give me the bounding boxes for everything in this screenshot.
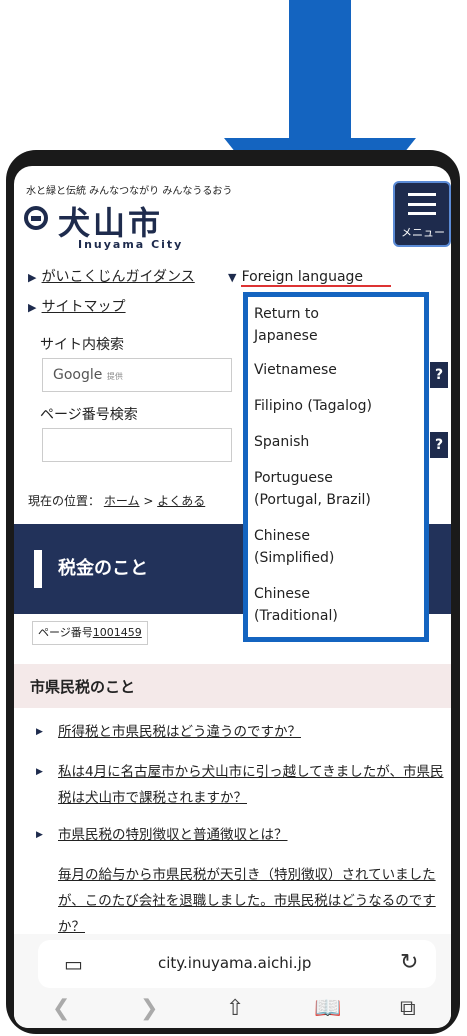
google-provided-label: 提供 xyxy=(106,372,123,381)
hamburger-icon xyxy=(408,193,436,215)
back-icon[interactable]: ❮ xyxy=(52,996,70,1021)
menu-button[interactable]: メニュー xyxy=(393,181,451,247)
faq-link[interactable]: 所得税と市県民税はどう違うのですか？ xyxy=(58,724,301,740)
breadcrumb-home-link[interactable]: ホーム xyxy=(104,494,140,508)
site-logo-subtitle: Inuyama City xyxy=(78,238,184,251)
share-icon[interactable]: ⇧ xyxy=(226,996,244,1021)
page-id-badge: ページ番号1001459 xyxy=(32,621,148,645)
faq-list-item[interactable]: ▶ 毎月の給与から市県民税が天引き（特別徴収）されていましたが、このたび会社を退… xyxy=(58,862,448,934)
url-field[interactable]: ▭ city.inuyama.aichi.jp ↻ xyxy=(38,940,436,988)
tabs-overview-icon[interactable]: ⧉ xyxy=(400,996,416,1021)
site-search-input[interactable]: Google 提供 xyxy=(42,358,232,392)
phone-screen: 水と緑と伝統 みんなつながり みんなうるおう 犬山市 Inuyama City … xyxy=(14,166,451,1028)
guidance-link[interactable]: がいこくじんガイダンス xyxy=(42,269,195,285)
nav-foreign-language[interactable]: ▼ Foreign language xyxy=(228,266,363,285)
pointer-arrow-shaft xyxy=(289,0,351,140)
page-id-prefix: ページ番号 xyxy=(38,626,93,639)
reload-icon[interactable]: ↻ xyxy=(400,950,418,975)
section-header: 市県民税のこと xyxy=(14,664,451,708)
triangle-right-icon: ▶ xyxy=(36,727,43,737)
faq-link[interactable]: 市県民税の特別徴収と普通徴収とは？ xyxy=(58,827,288,843)
city-emblem-icon xyxy=(24,206,48,230)
bookmarks-icon[interactable]: 📖 xyxy=(314,996,341,1021)
breadcrumb-separator: > xyxy=(143,494,154,508)
sitemap-link[interactable]: サイトマップ xyxy=(42,299,126,315)
faq-list-item[interactable]: ▶ 所得税と市県民税はどう違うのですか？ xyxy=(36,719,448,745)
page-id-number[interactable]: 1001459 xyxy=(93,626,142,639)
nav-sitemap[interactable]: ▶ サイトマップ xyxy=(28,296,126,316)
google-label: Google xyxy=(53,367,103,383)
forward-icon[interactable]: ❯ xyxy=(140,996,158,1021)
section-title: 市県民税のこと xyxy=(30,678,136,696)
foreign-language-underline xyxy=(241,285,391,287)
lang-option-vietnamese[interactable]: Vietnamese xyxy=(254,359,337,381)
page-number-help-button[interactable]: ? xyxy=(430,432,448,458)
page-title: 税金のこと xyxy=(58,558,148,579)
browser-toolbar: ❮ ❯ ⇧ 📖 ⧉ xyxy=(14,994,451,1028)
faq-list-item[interactable]: ▶ 市県民税の特別徴収と普通徴収とは？ xyxy=(36,822,448,848)
breadcrumb: 現在の位置： ホーム > よくある xyxy=(28,492,205,509)
lang-option-chinese-traditional[interactable]: Chinese (Traditional) xyxy=(254,583,338,627)
url-text[interactable]: city.inuyama.aichi.jp xyxy=(158,954,311,972)
site-tagline: 水と緑と伝統 みんなつながり みんなうるおう xyxy=(26,186,233,197)
lang-option-chinese-simplified[interactable]: Chinese (Simplified) xyxy=(254,525,334,569)
faq-list-item[interactable]: ▶ 私は4月に名古屋市から犬山市に引っ越してきましたが、市県民税は犬山市で課税さ… xyxy=(36,759,448,811)
triangle-right-icon: ▶ xyxy=(28,301,37,314)
google-search-branding: Google 提供 xyxy=(53,367,123,383)
browser-address-bar: ▭ city.inuyama.aichi.jp ↻ xyxy=(14,934,451,994)
page-number-search-label: ページ番号検索 xyxy=(40,407,138,423)
breadcrumb-faq-link[interactable]: よくある xyxy=(157,494,205,508)
triangle-right-icon: ▶ xyxy=(36,830,43,840)
lang-option-spanish[interactable]: Spanish xyxy=(254,431,309,453)
breadcrumb-prefix: 現在の位置： xyxy=(28,494,101,508)
triangle-right-icon: ▶ xyxy=(36,767,43,777)
language-dropdown: Return to Japanese Vietnamese Filipino (… xyxy=(243,292,429,642)
menu-button-label: メニュー xyxy=(401,226,445,239)
lang-option-portuguese[interactable]: Portuguese (Portugal, Brazil) xyxy=(254,467,371,511)
site-search-help-button[interactable]: ? xyxy=(430,362,448,388)
page-number-input[interactable] xyxy=(42,428,232,462)
tabs-icon[interactable]: ▭ xyxy=(64,952,83,976)
triangle-right-icon: ▶ xyxy=(28,271,37,284)
nav-guidance[interactable]: ▶ がいこくじんガイダンス xyxy=(28,266,195,286)
triangle-down-icon: ▼ xyxy=(228,271,237,284)
lang-option-filipino[interactable]: Filipino (Tagalog) xyxy=(254,395,372,417)
faq-link[interactable]: 毎月の給与から市県民税が天引き（特別徴収）されていましたが、このたび会社を退職し… xyxy=(58,867,436,934)
banner-accent-bar xyxy=(34,550,42,588)
lang-option-japanese[interactable]: Return to Japanese xyxy=(254,303,319,347)
site-search-label: サイト内検索 xyxy=(40,337,124,353)
faq-link[interactable]: 私は4月に名古屋市から犬山市に引っ越してきましたが、市県民税は犬山市で課税されま… xyxy=(58,764,444,806)
foreign-language-link[interactable]: Foreign language xyxy=(242,269,363,285)
